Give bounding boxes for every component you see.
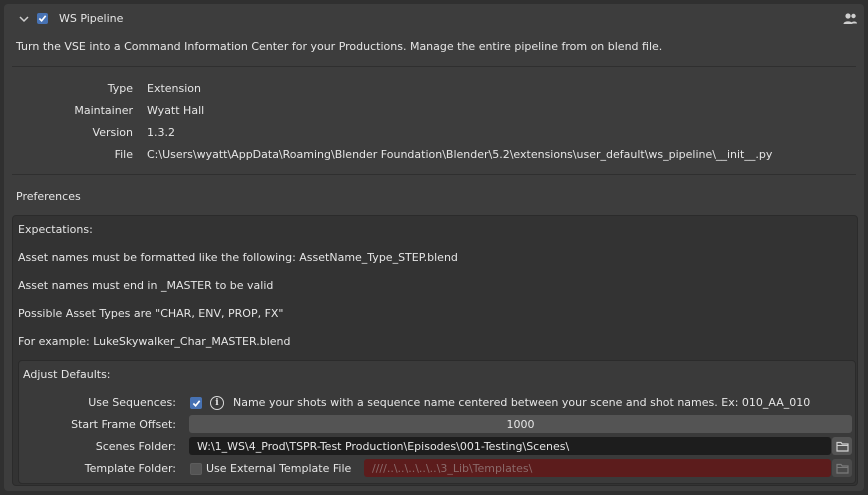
- info-icon: i: [210, 396, 224, 410]
- preferences-title: Preferences: [16, 190, 81, 203]
- divider: [12, 174, 856, 175]
- addon-enabled-checkbox[interactable]: [37, 13, 48, 24]
- start-frame-offset-label: Start Frame Offset:: [71, 418, 176, 431]
- template-folder-label: Template Folder:: [84, 462, 176, 475]
- scenes-folder-input[interactable]: W:\1_WS\4_Prod\TSPR-Test Production\Epis…: [189, 437, 831, 455]
- use-external-template-label: Use External Template File: [206, 462, 352, 475]
- checkmark-icon: [38, 15, 47, 22]
- version-value: 1.3.2: [147, 126, 175, 139]
- folder-icon: [835, 463, 849, 474]
- scenes-folder-browse-button[interactable]: [832, 437, 852, 455]
- maintainer-value: Wyatt Hall: [147, 104, 205, 117]
- user-settings-icon[interactable]: [842, 11, 858, 27]
- expectations-heading: Expectations:: [18, 223, 93, 236]
- type-label: Type: [107, 82, 133, 95]
- addon-panel: WS Pipeline Turn the VSE into a Command …: [4, 4, 864, 491]
- use-sequences-hint: Name your shots with a sequence name cen…: [233, 396, 811, 409]
- addon-title: WS Pipeline: [59, 12, 124, 25]
- use-external-template-checkbox[interactable]: [190, 463, 202, 475]
- expectation-line: Possible Asset Types are "CHAR, ENV, PRO…: [18, 307, 284, 320]
- chevron-down-icon[interactable]: [18, 13, 30, 25]
- template-folder-browse-button[interactable]: [832, 459, 852, 477]
- version-label: Version: [92, 126, 133, 139]
- divider: [12, 66, 856, 67]
- checkmark-icon: [192, 399, 200, 407]
- file-value: C:\Users\wyatt\AppData\Roaming\Blender F…: [147, 148, 773, 161]
- template-folder-input[interactable]: ////..\..\..\..\..\3_Lib\Templates\: [364, 459, 831, 477]
- use-sequences-checkbox[interactable]: [190, 397, 202, 409]
- expectation-line: Asset names must end in _MASTER to be va…: [18, 279, 274, 292]
- file-label: File: [114, 148, 133, 161]
- start-frame-offset-field[interactable]: 1000: [189, 415, 852, 433]
- scenes-folder-label: Scenes Folder:: [95, 440, 176, 453]
- type-value: Extension: [147, 82, 202, 95]
- use-sequences-label: Use Sequences:: [88, 396, 176, 409]
- folder-icon: [835, 441, 849, 452]
- expectation-line: For example: LukeSkywalker_Char_MASTER.b…: [18, 335, 291, 348]
- adjust-defaults-title: Adjust Defaults:: [23, 368, 111, 381]
- expectation-line: Asset names must be formatted like the f…: [18, 251, 458, 264]
- maintainer-label: Maintainer: [74, 104, 133, 117]
- addon-description: Turn the VSE into a Command Information …: [16, 40, 663, 53]
